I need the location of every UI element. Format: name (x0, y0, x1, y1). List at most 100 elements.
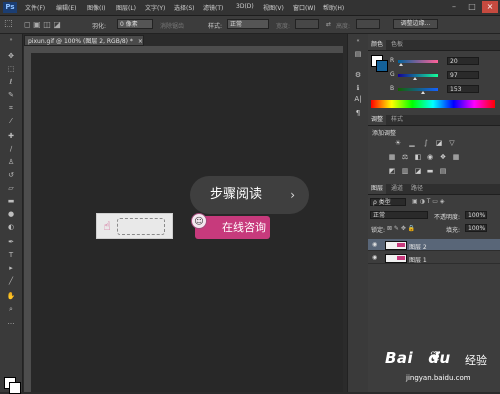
hue-saturation-icon[interactable]: ▦ (388, 154, 396, 161)
quick-select-tool-icon[interactable]: ✎ (4, 91, 18, 100)
antialias-checkbox[interactable]: 消除锯齿 (160, 21, 184, 30)
layer-filter-icons[interactable]: ▣ ◑ T ▭ ◈ (412, 198, 444, 205)
opacity-input[interactable]: 100% (465, 211, 487, 219)
channel-r-slider[interactable] (398, 60, 438, 63)
eyedropper-tool-icon[interactable]: ⁄ (4, 117, 18, 126)
style-select[interactable]: 正常 (227, 19, 269, 29)
tab-layers[interactable]: 图层 (368, 184, 387, 194)
type-tool-icon[interactable]: T (4, 251, 18, 260)
blend-mode-select[interactable]: 正常 (370, 211, 428, 219)
channel-g-thumb[interactable] (413, 77, 417, 80)
visibility-eye-icon[interactable]: ◉ (372, 241, 377, 248)
more-tools-icon[interactable]: … (4, 318, 18, 327)
levels-icon[interactable]: ▁ (408, 140, 416, 147)
channel-b-slider[interactable] (398, 88, 438, 91)
black-white-icon[interactable]: ◧ (414, 154, 422, 161)
channel-r-input[interactable]: 20 (447, 57, 479, 65)
menu-3d[interactable]: 3D(D) (236, 3, 254, 10)
color-background-swatch[interactable] (376, 60, 388, 72)
banner-image[interactable]: ☝ 在线咨询 ☺ (96, 213, 270, 239)
crop-tool-icon[interactable]: ⌗ (4, 104, 18, 113)
photo-filter-icon[interactable]: ◉ (426, 154, 434, 161)
tab-swatches[interactable]: 色板 (388, 40, 406, 50)
posterize-icon[interactable]: ▥ (401, 168, 409, 175)
maximize-button[interactable]: □ (464, 1, 480, 13)
invert-icon[interactable]: ◩ (388, 168, 396, 175)
tab-styles[interactable]: 样式 (388, 115, 406, 125)
marquee-tool-icon[interactable]: ⬚ (4, 65, 18, 74)
character-panel-icon[interactable]: A| (352, 94, 364, 104)
channel-b-input[interactable]: 153 (447, 85, 479, 93)
eraser-tool-icon[interactable]: ▱ (4, 184, 18, 193)
layer-kind-filter[interactable]: ρ 类型 (370, 198, 406, 206)
brush-tool-icon[interactable]: ∕ (4, 145, 18, 154)
tab-channels[interactable]: 通道 (388, 184, 406, 194)
document-tab-close-icon[interactable]: × (138, 38, 143, 45)
marquee-tool-icon[interactable]: ⬚ (4, 19, 13, 29)
vibrance-icon[interactable]: ▽ (448, 140, 456, 147)
tab-adjustments[interactable]: 调整 (368, 115, 387, 125)
healing-brush-tool-icon[interactable]: ✚ (4, 132, 18, 141)
close-button[interactable]: × (482, 1, 498, 13)
refine-edge-button[interactable]: 调整边缘... (393, 19, 438, 29)
selective-color-icon[interactable]: ▤ (439, 168, 447, 175)
fill-input[interactable]: 100% (465, 224, 487, 232)
properties-panel-icon[interactable]: ⚙ (352, 70, 364, 80)
hand-tool-icon[interactable]: ✋ (4, 292, 18, 301)
visibility-eye-icon[interactable]: ◉ (372, 254, 377, 261)
color-spectrum[interactable] (371, 100, 495, 108)
document-tab[interactable]: pixun.gif @ 100% (图层 2, RGB/8) * × (24, 35, 144, 46)
step-reading-overlay[interactable]: 步骤阅读 › (190, 176, 309, 214)
menu-file[interactable]: 文件(F) (25, 3, 45, 12)
move-tool-icon[interactable]: ✥ (4, 52, 18, 61)
feather-input[interactable]: 0 像素 (117, 19, 153, 29)
channel-b-thumb[interactable] (421, 91, 425, 94)
background-color-swatch[interactable] (9, 382, 21, 394)
menu-image[interactable]: 图像(I) (87, 3, 105, 12)
width-input[interactable] (295, 19, 319, 29)
menu-view[interactable]: 视图(V) (263, 3, 284, 12)
color-lookup-icon[interactable]: ▦ (452, 154, 460, 161)
selection-mode-icons[interactable]: ◻ ▣ ◫ ◪ (24, 20, 61, 29)
layer-row-2[interactable]: ◉ 图层 2 (368, 239, 500, 251)
path-select-tool-icon[interactable]: ▸ (4, 264, 18, 273)
menu-layer[interactable]: 图层(L) (116, 3, 136, 12)
lasso-tool-icon[interactable]: ℓ (4, 78, 18, 87)
clone-stamp-tool-icon[interactable]: ♙ (4, 158, 18, 167)
tab-color[interactable]: 颜色 (368, 40, 387, 50)
color-balance-icon[interactable]: ⚖ (401, 154, 409, 161)
height-input[interactable] (356, 19, 380, 29)
brightness-icon[interactable]: ☀ (394, 140, 402, 147)
dodge-tool-icon[interactable]: ◐ (4, 223, 18, 232)
menu-filter[interactable]: 滤镜(T) (203, 3, 223, 12)
dock-collapse-icon[interactable]: « (352, 36, 364, 46)
blur-tool-icon[interactable]: ● (4, 210, 18, 219)
channel-g-slider[interactable] (398, 74, 438, 77)
toolbox-collapse-icon[interactable]: » (4, 36, 18, 45)
channel-r-thumb[interactable] (399, 63, 403, 66)
paragraph-panel-icon[interactable]: ¶ (352, 108, 364, 118)
gradient-tool-icon[interactable]: ▬ (4, 197, 18, 206)
menu-select[interactable]: 选择(S) (174, 3, 195, 12)
history-brush-tool-icon[interactable]: ↺ (4, 171, 18, 180)
menu-type[interactable]: 文字(Y) (145, 3, 165, 12)
zoom-tool-icon[interactable]: ⌕ (4, 305, 18, 314)
exposure-icon[interactable]: ◪ (435, 140, 443, 147)
minimize-button[interactable]: – (446, 1, 462, 13)
channel-g-input[interactable]: 97 (447, 71, 479, 79)
menu-edit[interactable]: 编辑(E) (56, 3, 76, 12)
line-tool-icon[interactable]: ╱ (4, 277, 18, 286)
channel-mixer-icon[interactable]: ❖ (439, 154, 447, 161)
lock-icons[interactable]: ⊠ ✎ ✥ 🔒 (387, 225, 415, 232)
history-panel-icon[interactable]: ▤ (352, 49, 364, 59)
menu-help[interactable]: 帮助(H) (323, 3, 344, 12)
swap-icon[interactable]: ⇄ (326, 21, 331, 28)
threshold-icon[interactable]: ◪ (414, 168, 422, 175)
layer-row-1[interactable]: ◉ 图层 1 (368, 252, 500, 264)
gradient-map-icon[interactable]: ▬ (426, 168, 434, 175)
tab-paths[interactable]: 路径 (408, 184, 426, 194)
menu-window[interactable]: 窗口(W) (293, 3, 316, 12)
info-panel-icon[interactable]: ℹ (352, 83, 364, 93)
curves-icon[interactable]: ∫ (422, 140, 430, 147)
pen-tool-icon[interactable]: ✒ (4, 238, 18, 247)
